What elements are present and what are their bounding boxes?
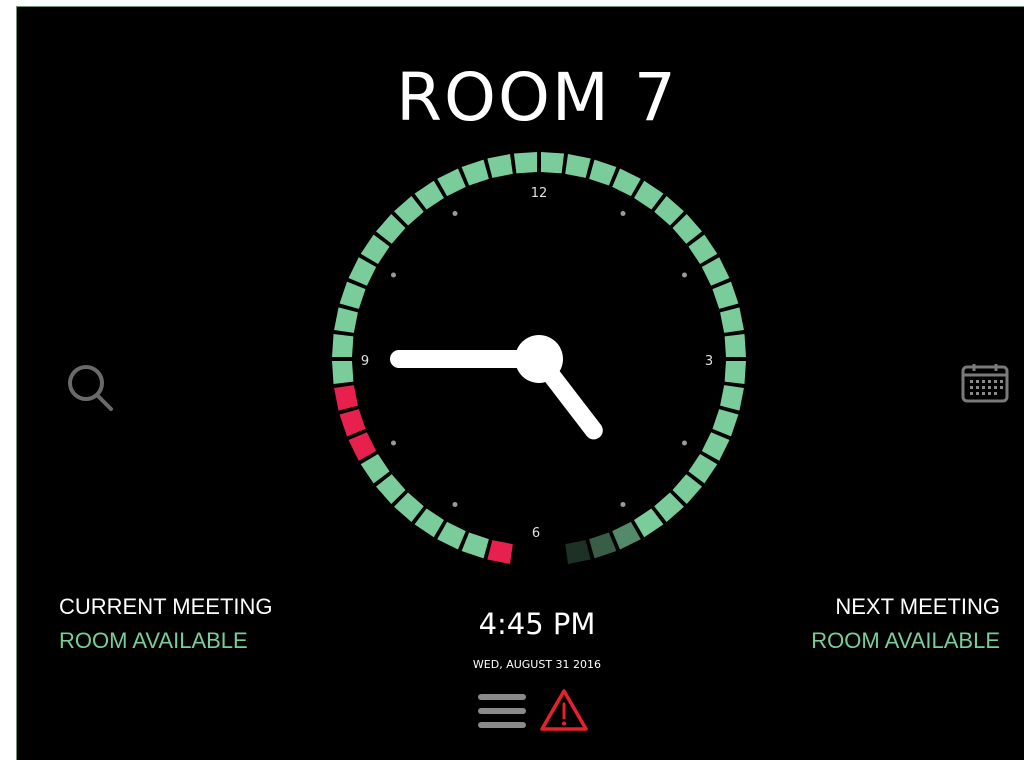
available-slot	[348, 257, 377, 286]
available-slot	[634, 180, 664, 210]
available-slot	[339, 281, 366, 309]
available-slot	[461, 532, 489, 559]
available-slot	[565, 154, 591, 178]
available-slot	[375, 474, 406, 504]
room-title: ROOM 7	[396, 59, 678, 136]
hour-dot	[620, 501, 626, 507]
hour-dot	[681, 440, 687, 446]
available-slot	[654, 492, 684, 523]
booked-slot	[348, 432, 377, 461]
available-slot	[712, 281, 739, 309]
available-slot	[414, 508, 444, 538]
available-slot	[332, 360, 354, 385]
available-slot	[720, 385, 744, 411]
hour-dot	[391, 440, 397, 446]
search-icon[interactable]	[65, 363, 117, 415]
available-slot	[414, 180, 444, 210]
available-slot	[688, 234, 718, 264]
clock-numeral-3: 3	[705, 354, 713, 369]
menu-icon[interactable]	[476, 691, 528, 733]
clock-numeral-12: 12	[531, 186, 548, 201]
available-slot	[394, 195, 424, 226]
schedule-clock: 12 3 6 9	[330, 150, 748, 568]
available-slot	[654, 195, 684, 226]
available-slot	[334, 307, 358, 333]
current-time: 4:45 PM	[478, 607, 596, 641]
available-slot	[461, 159, 489, 186]
available-slot	[688, 454, 718, 484]
available-slot	[724, 333, 746, 358]
hour-dot	[391, 272, 397, 278]
available-slot	[634, 508, 664, 538]
room-display-panel: ROOM 7 12 3 6 9 CURRENT MEETING ROOM AVA…	[16, 6, 1024, 760]
available-slot	[672, 214, 703, 244]
booked-slot	[487, 540, 513, 564]
calendar-icon[interactable]	[961, 363, 1011, 405]
available-slot	[437, 521, 466, 550]
available-slot	[589, 159, 617, 186]
warning-icon[interactable]	[539, 687, 589, 733]
available-slot	[360, 454, 390, 484]
available-slot	[701, 257, 730, 286]
clock-numeral-6: 6	[532, 526, 540, 541]
available-slot	[712, 409, 739, 437]
available-slot	[437, 168, 466, 197]
available-slot	[565, 540, 591, 564]
available-slot	[720, 307, 744, 333]
available-slot	[672, 474, 703, 504]
available-slot	[360, 234, 390, 264]
available-slot	[589, 532, 617, 559]
hour-dot	[452, 211, 458, 217]
booked-slot	[339, 409, 366, 437]
available-slot	[394, 492, 424, 523]
current-date: WED, AUGUST 31 2016	[472, 658, 602, 671]
available-slot	[701, 432, 730, 461]
available-slot	[612, 521, 641, 550]
available-slot	[724, 360, 746, 385]
available-slot	[513, 152, 538, 174]
available-slot	[375, 214, 406, 244]
booked-slot	[334, 385, 358, 411]
available-slot	[612, 168, 641, 197]
available-slot	[332, 333, 354, 358]
hour-dot	[620, 211, 626, 217]
clock-center-hub	[515, 335, 563, 383]
hour-dot	[681, 272, 687, 278]
hour-dot	[452, 501, 458, 507]
available-slot	[540, 152, 565, 174]
clock-numeral-9: 9	[361, 354, 369, 369]
available-slot	[487, 154, 513, 178]
